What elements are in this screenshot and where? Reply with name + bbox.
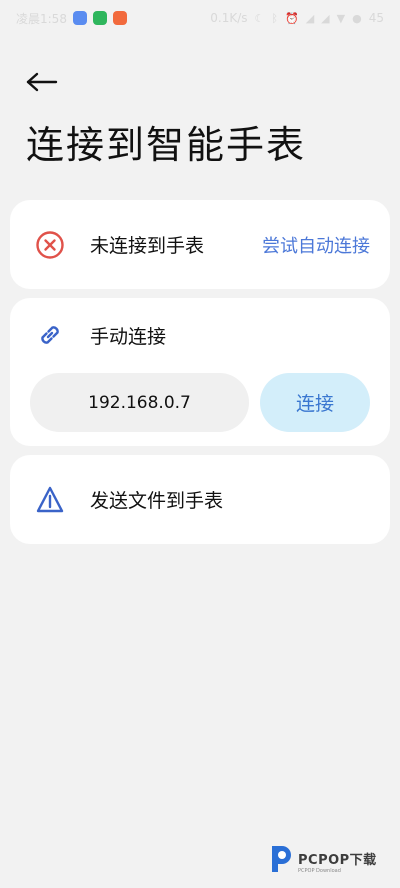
status-bar-right: 0.1K/s ☾ ᛒ ⏰ ◢ ◢ ▼ ● 45	[210, 11, 384, 25]
watermark-text: PCPOP下载 PCPOP Download	[298, 849, 377, 874]
page-title: 连接到智能手表	[26, 123, 307, 167]
ip-address-input[interactable]	[30, 373, 249, 432]
watermark-brand: PCPOP下载	[298, 852, 377, 868]
auto-connect-link[interactable]: 尝试自动连接	[262, 232, 370, 258]
connect-button[interactable]: 连接	[260, 373, 370, 432]
send-file-label: 发送文件到手表	[90, 490, 224, 512]
orange-app-icon	[112, 11, 127, 25]
arrow-left-icon[interactable]	[26, 64, 66, 100]
battery-level: 45	[368, 11, 384, 25]
status-time: 凌晨1:58	[16, 11, 67, 26]
blue-app-icon	[72, 11, 87, 25]
battery-icon: ●	[352, 11, 362, 25]
send-file-card[interactable]: 发送文件到手表	[10, 455, 390, 544]
signal-2-icon: ◢	[321, 11, 330, 25]
pcpop-logo-icon	[268, 844, 294, 878]
send-file-row[interactable]: 发送文件到手表	[10, 455, 390, 544]
signal-icon: ◢	[305, 11, 315, 25]
wifi-icon: ▼	[336, 11, 346, 25]
close-circle-icon	[34, 229, 66, 261]
manual-connect-card: 手动连接 连接	[10, 298, 390, 446]
connection-status-label: 未连接到手表	[90, 235, 205, 257]
connection-status-card: 未连接到手表 尝试自动连接	[10, 200, 390, 289]
status-bar: 凌晨1:58 0.1K/s ☾ ᛒ ⏰ ◢ ◢ ▼ ● 45	[0, 0, 400, 36]
link-icon	[34, 319, 66, 351]
connection-status-row: 未连接到手表 尝试自动连接	[10, 200, 390, 289]
status-bar-left: 凌晨1:58	[16, 10, 127, 27]
alarm-icon: ⏰	[285, 11, 299, 25]
network-speed: 0.1K/s	[210, 11, 248, 25]
moon-icon: ☾	[254, 11, 265, 25]
watermark: PCPOP下载 PCPOP Download	[268, 844, 377, 878]
bluetooth-icon: ᛒ	[271, 11, 278, 25]
wechat-icon	[92, 11, 107, 25]
watermark-sub: PCPOP Download	[298, 867, 341, 874]
manual-connect-header: 手动连接	[10, 298, 390, 372]
send-triangle-icon	[34, 484, 66, 516]
manual-connect-label: 手动连接	[90, 325, 167, 348]
